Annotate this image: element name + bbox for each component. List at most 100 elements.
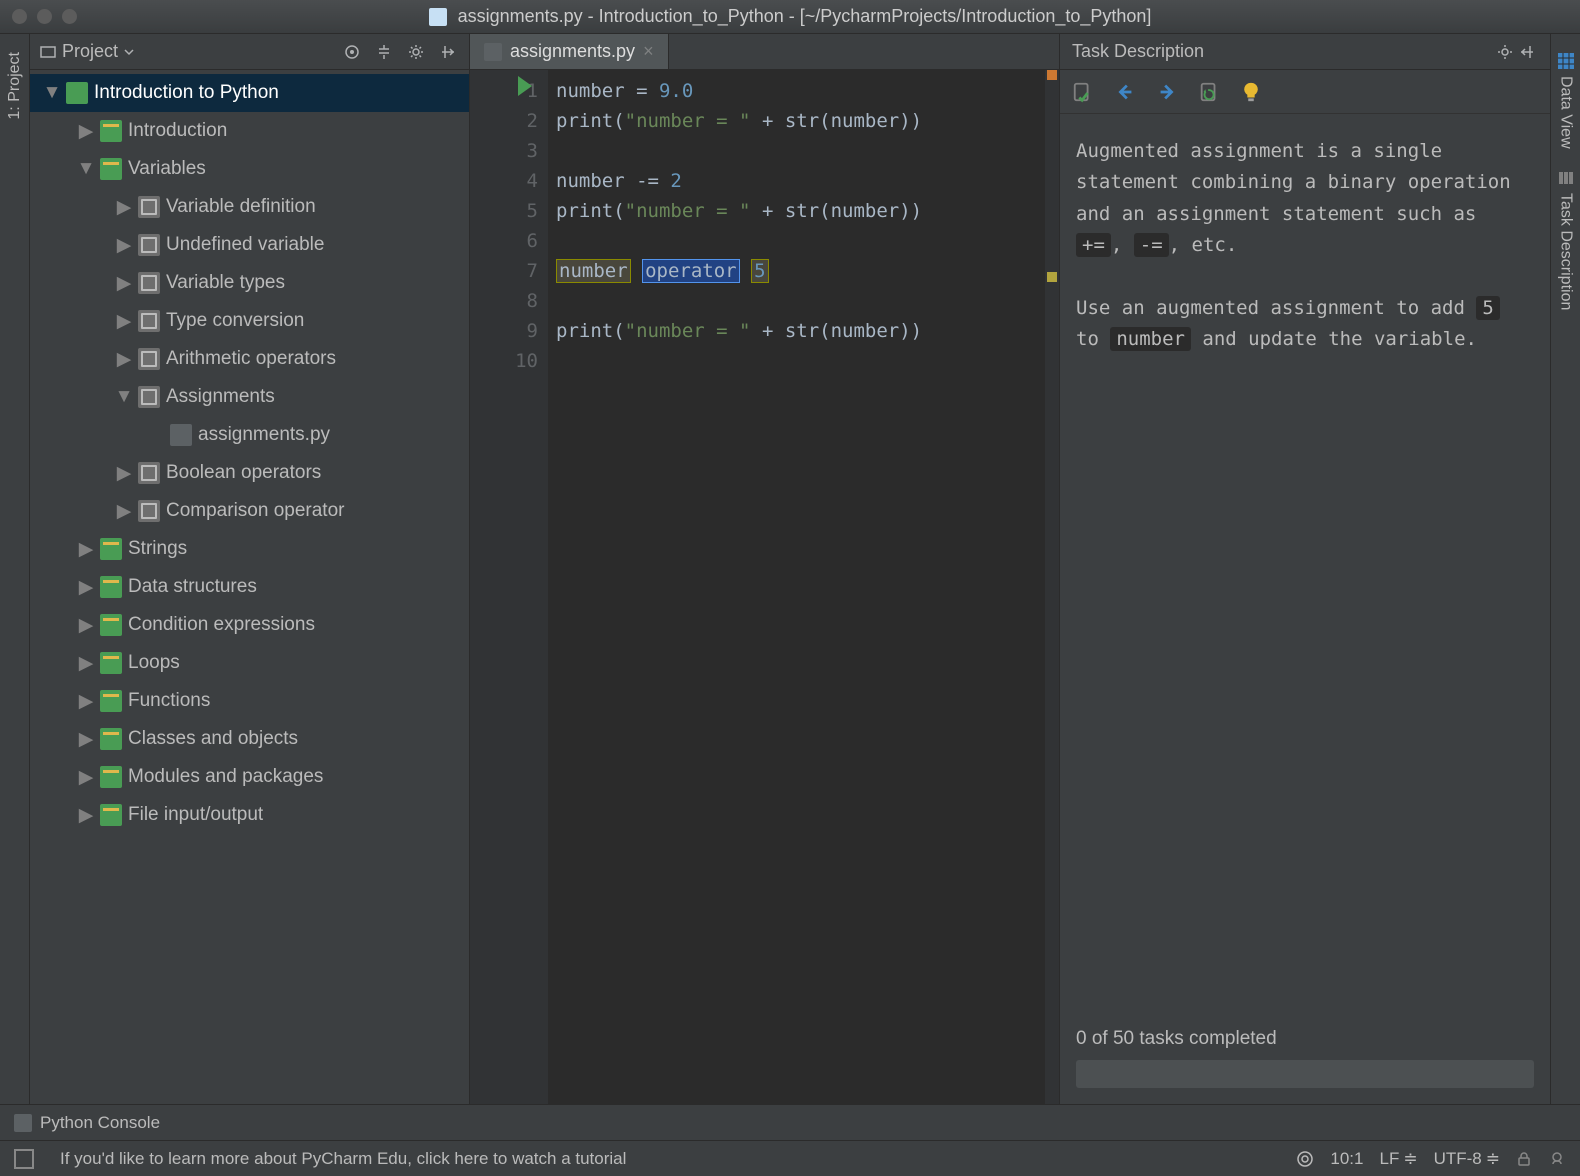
settings-gear-icon[interactable] — [405, 41, 427, 63]
tree-file-assignments-py[interactable]: assignments.py — [30, 416, 469, 454]
tree-task[interactable]: ▶Arithmetic operators — [30, 340, 469, 378]
python-console-tab[interactable]: Python Console — [40, 1113, 160, 1133]
reset-task-button[interactable] — [1198, 81, 1220, 103]
inspector-icon[interactable] — [1548, 1150, 1566, 1168]
tree-label: Strings — [128, 538, 187, 560]
lock-icon[interactable] — [1516, 1151, 1532, 1167]
stack-icon — [1557, 169, 1575, 187]
expand-arrow-icon[interactable]: ▼ — [44, 85, 60, 101]
hide-panel-button[interactable] — [1516, 41, 1538, 63]
placeholder-value[interactable]: 5 — [751, 259, 768, 283]
tree-lesson[interactable]: ▶Loops — [30, 644, 469, 682]
tree-label: Introduction — [128, 120, 227, 142]
title-bar: assignments.py - Introduction_to_Python … — [0, 0, 1580, 34]
lesson-icon — [100, 158, 122, 180]
window-title-text: assignments.py - Introduction_to_Python … — [458, 6, 1152, 26]
chevron-down-icon — [124, 47, 134, 57]
editor-tab-assignments[interactable]: assignments.py × — [470, 34, 669, 69]
lesson-icon — [100, 538, 122, 560]
tree-task[interactable]: ▶Comparison operator — [30, 492, 469, 530]
minimize-window-button[interactable] — [37, 9, 52, 24]
collapse-arrow-icon[interactable]: ▶ — [78, 123, 94, 139]
task-description-content: Augmented assignment is a single stateme… — [1060, 114, 1550, 1018]
data-view-tool-tab[interactable]: Data View — [1555, 42, 1577, 159]
tree-label: Introduction to Python — [94, 82, 279, 104]
collapse-all-button[interactable] — [373, 41, 395, 63]
code-content[interactable]: number = 9.0 print("number = " + str(num… — [548, 70, 1059, 1104]
tree-lesson-introduction[interactable]: ▶ Introduction — [30, 112, 469, 150]
tree-lesson[interactable]: ▶File input/output — [30, 796, 469, 834]
close-tab-icon[interactable]: × — [643, 41, 654, 62]
sync-status-icon[interactable] — [1296, 1150, 1314, 1168]
project-tool-tab[interactable]: 1: Project — [4, 42, 26, 130]
line-separator[interactable]: LF≑ — [1379, 1149, 1417, 1169]
maximize-window-button[interactable] — [62, 9, 77, 24]
tree-label: Arithmetic operators — [166, 348, 336, 370]
python-file-icon — [170, 424, 192, 446]
python-icon — [14, 1114, 32, 1132]
tree-label: Loops — [128, 652, 180, 674]
hide-panel-button[interactable] — [437, 41, 459, 63]
tree-task[interactable]: ▶Type conversion — [30, 302, 469, 340]
task-description-tool-tab[interactable]: Task Description — [1555, 159, 1577, 320]
right-tool-strip: Data View Task Description — [1550, 34, 1580, 1104]
progress-label: 0 of 50 tasks completed — [1076, 1028, 1534, 1050]
task-icon — [138, 500, 160, 522]
status-tip-link[interactable]: If you'd like to learn more about PyChar… — [60, 1149, 626, 1169]
tree-label: Boolean operators — [166, 462, 321, 484]
tree-lesson[interactable]: ▶Modules and packages — [30, 758, 469, 796]
project-tree[interactable]: ▼ Introduction to Python ▶ Introduction ▼… — [30, 70, 469, 1104]
editor-body[interactable]: 1 2 3 4 5 6 7 8 9 10 number = 9.0 print(… — [470, 70, 1059, 1104]
data-view-label: Data View — [1557, 76, 1575, 149]
tree-label: Comparison operator — [166, 500, 344, 522]
task-icon — [138, 386, 160, 408]
tree-lesson[interactable]: ▶Data structures — [30, 568, 469, 606]
tree-lesson[interactable]: ▶Strings — [30, 530, 469, 568]
line-number: 8 — [476, 286, 538, 316]
tree-label: Data structures — [128, 576, 257, 598]
error-marker[interactable] — [1047, 70, 1057, 80]
hint-button[interactable] — [1240, 81, 1262, 103]
lesson-icon — [100, 652, 122, 674]
caret-position[interactable]: 10:1 — [1330, 1149, 1363, 1169]
settings-gear-icon[interactable] — [1494, 41, 1516, 63]
file-encoding[interactable]: UTF-8≑ — [1434, 1149, 1500, 1169]
placeholder-operator[interactable]: operator — [642, 259, 740, 283]
expand-arrow-icon[interactable]: ▼ — [116, 389, 132, 405]
task-panel-title: Task Description — [1072, 41, 1204, 62]
next-task-button[interactable] — [1156, 81, 1178, 103]
task-progress: 0 of 50 tasks completed — [1060, 1018, 1550, 1104]
expand-arrow-icon[interactable]: ▼ — [78, 161, 94, 177]
tree-lesson[interactable]: ▶Condition expressions — [30, 606, 469, 644]
task-header: Task Description — [1060, 34, 1550, 70]
tree-lesson[interactable]: ▶Functions — [30, 682, 469, 720]
python-file-icon — [484, 43, 502, 61]
close-window-button[interactable] — [12, 9, 27, 24]
lesson-icon — [100, 614, 122, 636]
check-task-button[interactable] — [1072, 81, 1094, 103]
run-gutter-icon[interactable] — [518, 76, 532, 96]
warning-marker[interactable] — [1047, 272, 1057, 282]
bottom-tool-bar: Python Console — [0, 1104, 1580, 1140]
tree-task[interactable]: ▶Variable definition — [30, 188, 469, 226]
tree-lesson[interactable]: ▶Classes and objects — [30, 720, 469, 758]
project-panel-title[interactable]: Project — [40, 41, 134, 62]
tree-lesson-variables[interactable]: ▼Variables — [30, 150, 469, 188]
tree-task[interactable]: ▶Boolean operators — [30, 454, 469, 492]
tree-label: assignments.py — [198, 424, 330, 446]
line-number: 6 — [476, 226, 538, 256]
tree-task-assignments[interactable]: ▼Assignments — [30, 378, 469, 416]
project-view-icon — [40, 44, 56, 60]
prev-task-button[interactable] — [1114, 81, 1136, 103]
placeholder-number[interactable]: number — [556, 259, 631, 283]
tree-task[interactable]: ▶Variable types — [30, 264, 469, 302]
status-indicator-icon[interactable] — [14, 1149, 34, 1169]
tree-root[interactable]: ▼ Introduction to Python — [30, 74, 469, 112]
tree-task[interactable]: ▶Undefined variable — [30, 226, 469, 264]
tree-label: Type conversion — [166, 310, 304, 332]
lesson-icon — [100, 728, 122, 750]
locate-button[interactable] — [341, 41, 363, 63]
tree-label: Classes and objects — [128, 728, 298, 750]
window-controls — [12, 9, 77, 24]
course-icon — [66, 82, 88, 104]
